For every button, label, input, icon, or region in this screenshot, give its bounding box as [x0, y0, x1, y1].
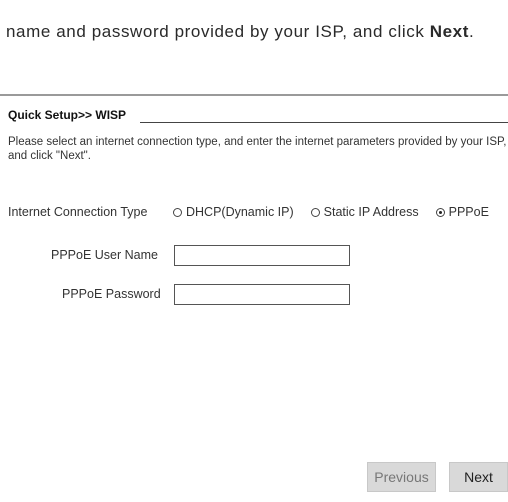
- radio-dhcp[interactable]: DHCP(Dynamic IP): [173, 205, 294, 219]
- page-description: Please select an internet connection typ…: [8, 135, 508, 163]
- instruction-next-emphasis: Next: [429, 22, 469, 41]
- previous-button[interactable]: Previous: [367, 462, 436, 492]
- radio-static-ip-label: Static IP Address: [323, 205, 419, 219]
- connection-type-radio-group: DHCP(Dynamic IP) Static IP Address PPPoE: [173, 205, 506, 219]
- pppoe-username-input[interactable]: [174, 245, 350, 266]
- next-button[interactable]: Next: [449, 462, 508, 492]
- radio-circle-icon[interactable]: [173, 207, 182, 217]
- page-title: Quick Setup>> WISP: [8, 108, 127, 122]
- instruction-period: .: [469, 22, 475, 41]
- radio-circle-icon[interactable]: [310, 207, 320, 217]
- radio-pppoe[interactable]: PPPoE: [435, 205, 489, 219]
- quick-setup-page: name and password provided by your ISP, …: [0, 0, 508, 502]
- description-line-2: and click "Next".: [8, 150, 91, 162]
- pppoe-username-label: PPPoE User Name: [51, 248, 158, 262]
- pppoe-password-input[interactable]: [174, 284, 350, 305]
- radio-pppoe-label: PPPoE: [448, 205, 489, 219]
- connection-type-label: Internet Connection Type: [8, 205, 148, 219]
- radio-dhcp-label: DHCP(Dynamic IP): [186, 205, 294, 219]
- radio-checked-icon[interactable]: [435, 207, 445, 217]
- instruction-body: name and password provided by your ISP, …: [6, 22, 430, 41]
- instruction-text: name and password provided by your ISP, …: [6, 22, 474, 42]
- title-underline: [140, 122, 508, 123]
- section-divider: [0, 94, 508, 96]
- radio-static-ip[interactable]: Static IP Address: [310, 205, 419, 219]
- description-line-1: Please select an internet connection typ…: [8, 136, 507, 148]
- pppoe-password-label: PPPoE Password: [62, 287, 161, 301]
